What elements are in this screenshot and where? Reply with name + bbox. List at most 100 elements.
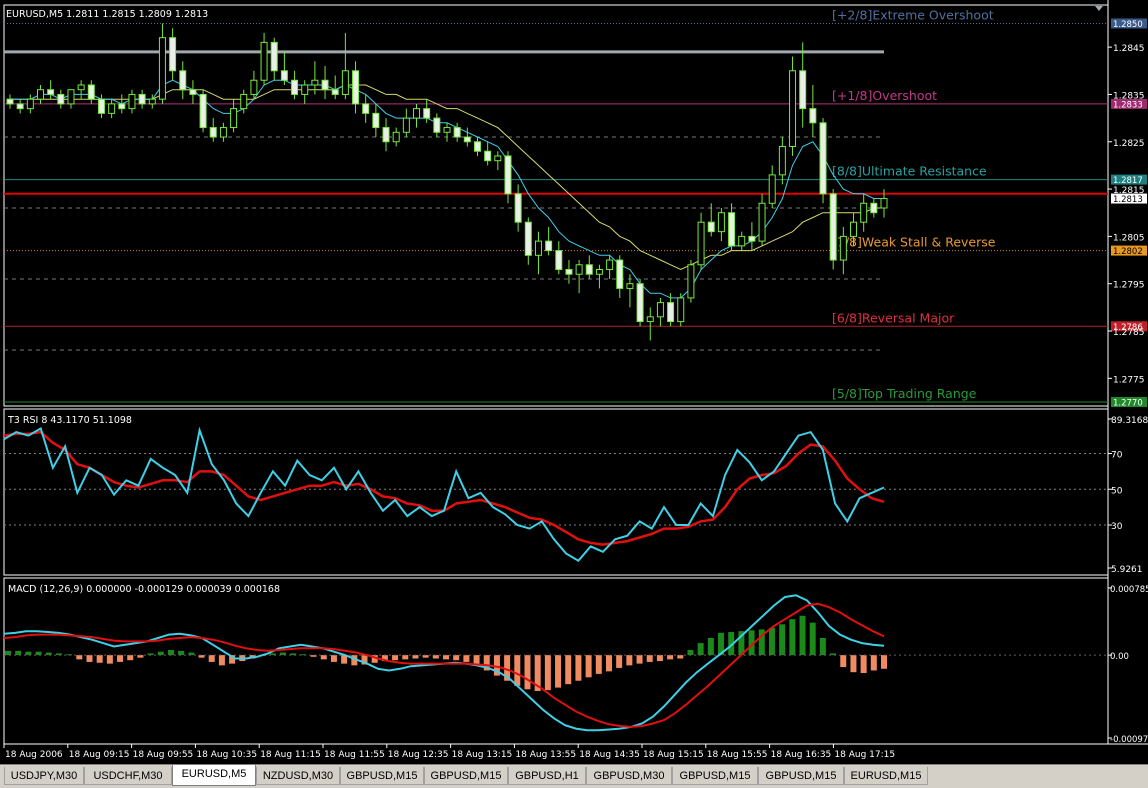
chart-tab[interactable]: GBPUSD,M30	[586, 767, 672, 785]
candle[interactable]	[413, 108, 421, 119]
rsi-pane[interactable]	[3, 426, 1108, 562]
candle[interactable]	[717, 212, 725, 233]
candle[interactable]	[402, 117, 410, 133]
candle[interactable]	[697, 221, 705, 266]
candle[interactable]	[819, 122, 827, 195]
candle[interactable]	[860, 202, 868, 223]
candle[interactable]	[656, 302, 664, 318]
candle[interactable]	[128, 93, 136, 110]
chart-tab[interactable]: USDCHF,M30	[84, 767, 172, 785]
candle[interactable]	[707, 221, 715, 233]
candle[interactable]	[382, 127, 390, 143]
candle[interactable]	[179, 70, 187, 91]
candle[interactable]	[555, 250, 563, 271]
candle[interactable]	[646, 316, 654, 323]
candle[interactable]	[809, 108, 817, 124]
candle[interactable]	[789, 70, 797, 147]
candle[interactable]	[463, 136, 471, 143]
candle[interactable]	[748, 235, 756, 242]
candle[interactable]	[108, 103, 116, 114]
candle[interactable]	[534, 240, 542, 256]
candle[interactable]	[47, 89, 55, 95]
candle[interactable]	[687, 264, 695, 299]
candle[interactable]	[606, 259, 614, 271]
candle[interactable]	[26, 98, 34, 110]
price-pane[interactable]: [+2/8]Extreme Overshoot 1.2850 [+1/8]Overs…	[4, 6, 1147, 409]
candle[interactable]	[677, 297, 685, 323]
candle[interactable]	[169, 37, 177, 72]
candle[interactable]	[6, 98, 14, 105]
candle[interactable]	[829, 193, 837, 261]
chart-window[interactable]: [+2/8]Extreme Overshoot 1.2850 [+1/8]Overs…	[0, 0, 1148, 764]
candle[interactable]	[199, 93, 207, 129]
candle[interactable]	[189, 89, 197, 95]
candle[interactable]	[311, 79, 319, 86]
candle[interactable]	[230, 108, 238, 129]
candle[interactable]	[453, 127, 461, 138]
candle[interactable]	[880, 198, 888, 209]
candle[interactable]	[240, 93, 248, 110]
candle[interactable]	[484, 150, 492, 162]
macd-pane[interactable]	[3, 594, 1108, 732]
candle[interactable]	[778, 145, 786, 176]
candle[interactable]	[616, 259, 624, 289]
candle[interactable]	[667, 302, 675, 323]
candle[interactable]	[473, 141, 481, 152]
candle[interactable]	[280, 70, 288, 81]
candle[interactable]	[392, 131, 400, 143]
candle[interactable]	[209, 127, 217, 138]
candle[interactable]	[77, 84, 85, 91]
candle[interactable]	[148, 98, 156, 105]
chart-tab[interactable]: GBPUSD,H1	[508, 767, 586, 785]
candle[interactable]	[36, 89, 44, 100]
candle[interactable]	[423, 108, 431, 119]
candle[interactable]	[321, 79, 329, 91]
candle[interactable]	[636, 283, 644, 323]
candle[interactable]	[799, 70, 807, 110]
candle[interactable]	[839, 235, 847, 261]
candle[interactable]	[362, 103, 370, 114]
chart-tab[interactable]: EURUSD,M15	[844, 767, 928, 785]
candle[interactable]	[494, 155, 502, 162]
chart-canvas[interactable]: [+2/8]Extreme Overshoot 1.2850 [+1/8]Overs…	[0, 0, 1148, 764]
candle[interactable]	[16, 103, 24, 110]
candle[interactable]	[97, 98, 105, 114]
candle[interactable]	[728, 212, 736, 247]
candle[interactable]	[595, 269, 603, 275]
candle[interactable]	[57, 93, 65, 105]
candle[interactable]	[768, 174, 776, 204]
candle[interactable]	[524, 221, 532, 256]
candle[interactable]	[250, 79, 258, 95]
chart-tab[interactable]: EURUSD,M5	[172, 765, 256, 786]
chart-tab[interactable]: USDJPY,M30	[4, 767, 84, 785]
candle[interactable]	[118, 103, 126, 110]
candle[interactable]	[626, 283, 634, 289]
candle[interactable]	[219, 127, 227, 138]
candle[interactable]	[301, 84, 309, 95]
chart-tab[interactable]: GBPUSD,M15	[672, 767, 758, 785]
candle[interactable]	[850, 221, 858, 237]
candle[interactable]	[138, 93, 146, 105]
chart-tab[interactable]: GBPUSD,M15	[758, 767, 844, 785]
candle[interactable]	[433, 117, 441, 133]
candle[interactable]	[270, 41, 278, 72]
candle[interactable]	[565, 269, 573, 275]
candle[interactable]	[372, 112, 380, 129]
candle[interactable]	[504, 155, 512, 195]
candle[interactable]	[291, 79, 299, 95]
candle[interactable]	[514, 193, 522, 223]
candle[interactable]	[575, 264, 583, 275]
candle[interactable]	[443, 127, 451, 133]
chart-tab[interactable]: NZDUSD,M30	[256, 767, 340, 785]
candle[interactable]	[331, 89, 339, 95]
candle[interactable]	[352, 70, 360, 105]
candle[interactable]	[738, 235, 746, 247]
candle[interactable]	[341, 70, 349, 95]
candle[interactable]	[758, 202, 766, 242]
candle[interactable]	[67, 89, 75, 105]
candle[interactable]	[158, 37, 166, 100]
chart-tab[interactable]: GBPUSD,M15	[340, 767, 424, 785]
candle[interactable]	[545, 240, 553, 252]
candle[interactable]	[260, 41, 268, 81]
chart-tab[interactable]: GBPUSD,M15	[424, 767, 508, 785]
